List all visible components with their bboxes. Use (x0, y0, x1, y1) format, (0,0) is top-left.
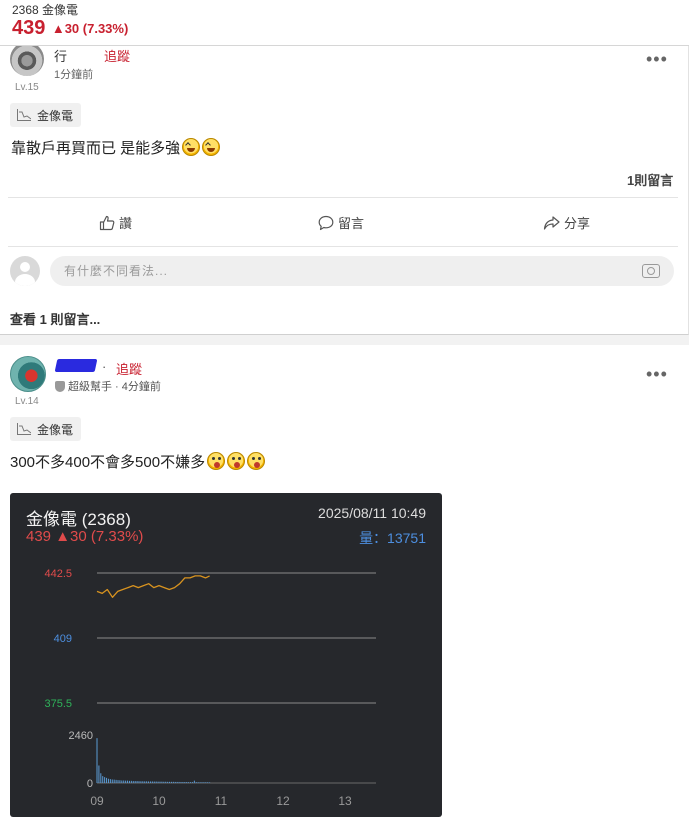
volume-max-label: 2460 (69, 730, 93, 742)
x-tick-label: 11 (215, 794, 228, 808)
more-options-icon[interactable]: ••• (646, 365, 668, 383)
stock-change: ▲30 (7.33%) (51, 21, 129, 36)
grinning-squint-emoji-icon (202, 138, 221, 156)
camera-icon[interactable] (642, 264, 660, 278)
zany-face-emoji-icon (207, 452, 226, 470)
post-text: 300不多400不會多500不嫌多 (10, 454, 206, 471)
reply-count[interactable]: 1則留言 (627, 170, 673, 189)
post-separator (0, 335, 689, 345)
comment-input[interactable] (50, 256, 674, 286)
zany-face-emoji-icon (247, 452, 266, 470)
stock-tag[interactable]: 金像電 (10, 103, 82, 127)
view-comments-link[interactable]: 查看 1 則留言... (10, 309, 100, 328)
share-label: 分享 (564, 216, 591, 231)
like-label: 讚 (119, 216, 133, 231)
more-options-icon[interactable]: ••• (646, 50, 668, 68)
x-tick-label: 12 (276, 794, 290, 808)
user-level: Lv.14 (15, 396, 39, 407)
avatar[interactable] (10, 356, 46, 392)
post-content: 300不多400不會多500不嫌多 (10, 451, 266, 472)
author-name[interactable]: 行 (54, 46, 67, 65)
shield-icon (55, 380, 65, 392)
stock-code-name: 2368 金像電 (12, 3, 79, 17)
post-time: 1分鐘前 (54, 69, 94, 81)
speech-bubble-icon (318, 215, 334, 230)
x-tick-label: 13 (338, 794, 352, 808)
price-line (96, 575, 210, 598)
stock-header: 2368 金像電 439 ▲30 (7.33%) (0, 0, 689, 46)
chart-icon (17, 109, 31, 121)
follow-button[interactable]: 追蹤 (104, 46, 130, 65)
intraday-chart: 442.5 409 375.5 2460 0 09 10 11 12 13 (44, 568, 376, 808)
y-tick-label: 409 (54, 633, 72, 645)
badge-and-time: 超級幫手 · 4分鐘前 (68, 381, 161, 393)
stock-tag-label: 金像電 (37, 422, 74, 437)
grinning-squint-emoji-icon (182, 138, 201, 156)
avatar[interactable] (10, 46, 44, 76)
stock-chart-card[interactable]: 金像電 (2368) 439 ▲30 (7.33%) 2025/08/11 10… (10, 493, 442, 817)
post-card: · 追蹤 超級幫手 · 4分鐘前 Lv.14 ••• 金像電 300不多400不… (0, 345, 689, 833)
share-button[interactable]: 分享 (543, 213, 590, 232)
post-card: 行 追蹤 1分鐘前 Lv.15 ••• 金像電 靠散戶再買而已 是能多強 1則留… (0, 46, 689, 335)
x-tick-label: 10 (152, 794, 166, 808)
post-content: 靠散戶再買而已 是能多強 (11, 137, 221, 158)
y-tick-label: 375.5 (44, 698, 72, 710)
stock-tag-label: 金像電 (37, 108, 74, 123)
user-badge: 超級幫手 · 4分鐘前 (55, 378, 161, 394)
comment-label: 留言 (338, 216, 365, 231)
divider (8, 246, 678, 247)
post-text: 靠散戶再買而已 是能多強 (11, 140, 181, 157)
y-tick-label: 442.5 (44, 568, 72, 580)
name-separator: · (102, 359, 107, 374)
stock-price: 439 (12, 17, 46, 39)
follow-button[interactable]: 追蹤 (116, 359, 142, 378)
zany-face-emoji-icon (227, 452, 246, 470)
like-button[interactable]: 讚 (99, 213, 132, 232)
user-avatar-placeholder (10, 256, 40, 286)
author-name-redacted[interactable] (54, 359, 98, 372)
share-arrow-icon (543, 215, 560, 230)
user-level: Lv.15 (15, 82, 39, 93)
volume-min-label: 0 (87, 778, 93, 790)
stock-tag[interactable]: 金像電 (10, 417, 82, 441)
thumbs-up-icon (99, 215, 115, 230)
divider (8, 197, 678, 198)
chart-icon (17, 423, 31, 435)
x-tick-label: 09 (90, 794, 104, 808)
comment-button[interactable]: 留言 (318, 213, 364, 232)
